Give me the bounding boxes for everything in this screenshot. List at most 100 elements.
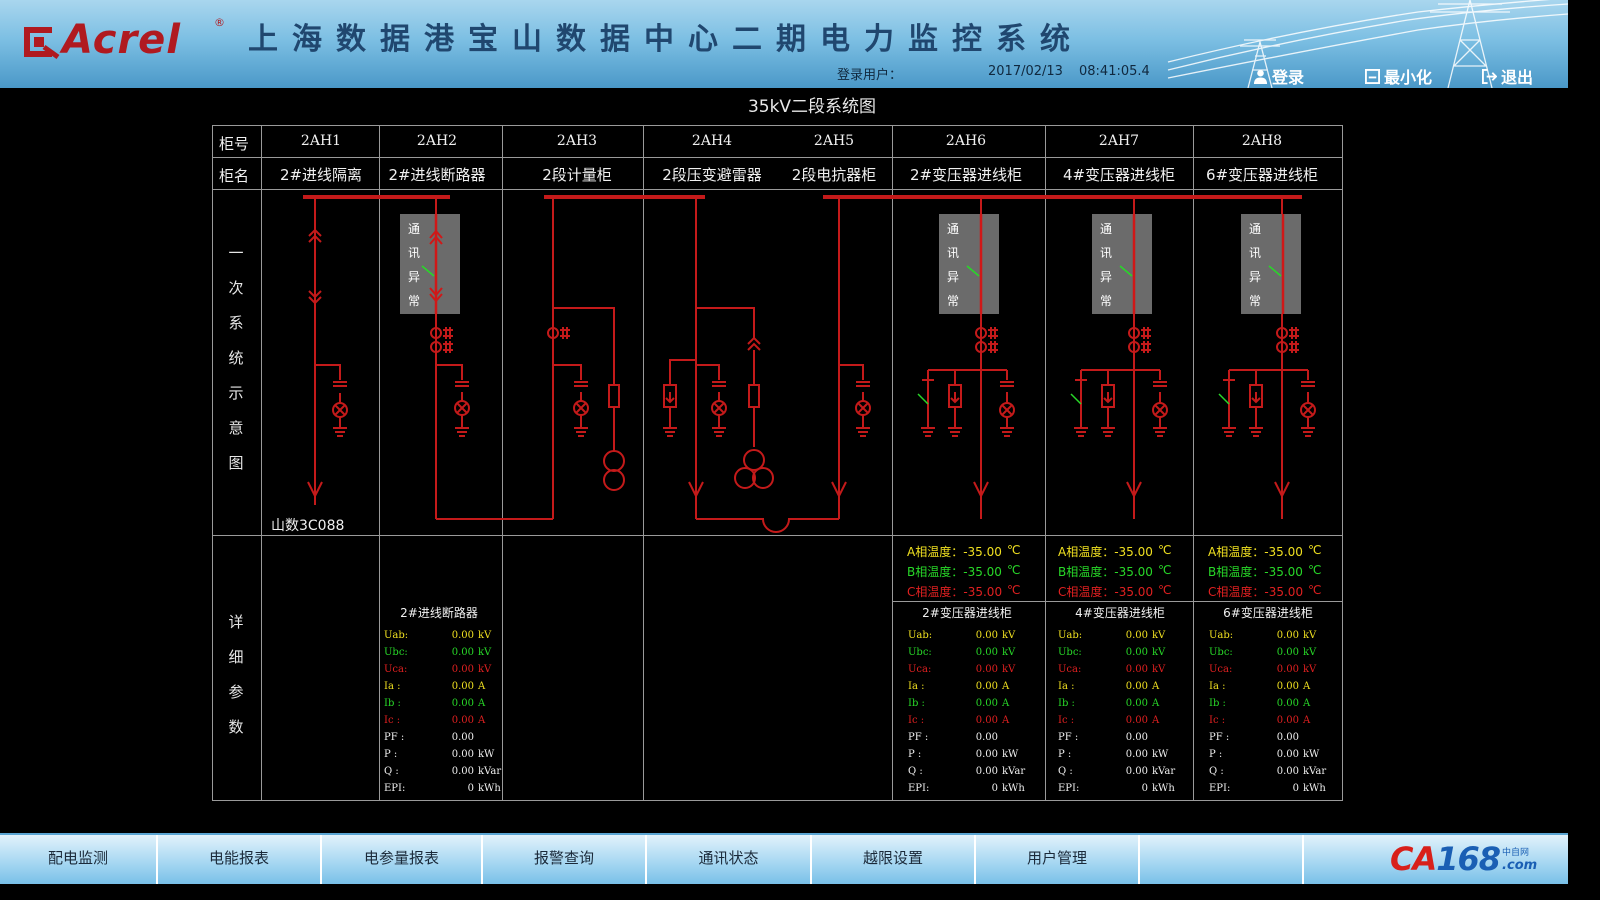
param-value: 0.00 bbox=[975, 630, 998, 641]
param-label: Ic : bbox=[384, 715, 401, 726]
nav-item-3[interactable]: 报警查询 bbox=[483, 835, 647, 884]
param-unit: kV bbox=[1002, 630, 1016, 641]
param-unit: kV bbox=[1303, 630, 1317, 641]
nav-item-0[interactable]: 配电监测 bbox=[0, 835, 158, 884]
temperature-unit: ℃ bbox=[1158, 543, 1172, 557]
param-value: 0.00 bbox=[1125, 698, 1148, 709]
temperature-unit: ℃ bbox=[1007, 583, 1021, 597]
param-value: 0.00 bbox=[1276, 732, 1299, 743]
breaker-switch-icon bbox=[966, 214, 983, 314]
exit-button-label: 退出 bbox=[1501, 68, 1534, 87]
primary-label-char: 一 bbox=[228, 244, 244, 262]
temperature-label: A相温度： bbox=[1058, 545, 1115, 559]
cabinet-no-2AH2: 2AH2 bbox=[416, 133, 458, 149]
temperature-row: C相温度：-35.00 ℃ bbox=[907, 583, 1020, 600]
temperature-row: B相温度：-35.00 ℃ bbox=[907, 563, 1020, 580]
detail-label-char: 参 bbox=[228, 683, 244, 701]
primary-label-char: 图 bbox=[228, 454, 244, 472]
nav-item-6[interactable]: 用户管理 bbox=[976, 835, 1140, 884]
param-label: Ic : bbox=[1058, 715, 1075, 726]
temperature-label: C相温度： bbox=[1058, 585, 1115, 599]
primary-label-char: 意 bbox=[228, 419, 244, 437]
comm-status-box[interactable]: 通讯异常 bbox=[400, 214, 460, 314]
cabinet-name-2AH5: 2段电抗器柜 bbox=[791, 166, 877, 184]
param-value: 0.00 bbox=[451, 698, 474, 709]
temperature-unit: ℃ bbox=[1308, 563, 1322, 577]
param-label: PF : bbox=[384, 732, 405, 743]
param-label: Ic : bbox=[1209, 715, 1226, 726]
login-user-label: 登录用户： bbox=[837, 68, 903, 83]
exit-icon bbox=[1482, 68, 1497, 84]
exit-button[interactable]: 退出 bbox=[1482, 64, 1533, 88]
cabinet-name-2AH6: 2#变压器进线柜 bbox=[909, 166, 1023, 184]
param-label: Ubc: bbox=[1209, 647, 1233, 658]
param-unit: A bbox=[1303, 681, 1311, 692]
nav-item-4[interactable]: 通讯状态 bbox=[647, 835, 812, 884]
nav-item-1[interactable]: 电能报表 bbox=[158, 835, 322, 884]
temperature-row: B相温度：-35.00 ℃ bbox=[1208, 563, 1321, 580]
param-label: Ia : bbox=[1209, 681, 1226, 692]
cabinet-name-2AH8: 6#变压器进线柜 bbox=[1205, 166, 1319, 184]
param-label: PF : bbox=[1058, 732, 1079, 743]
nav-item-7[interactable] bbox=[1140, 835, 1304, 884]
param-label: PF : bbox=[908, 732, 929, 743]
param-value: 0.00 bbox=[975, 664, 998, 675]
param-value: 0.00 bbox=[1125, 681, 1148, 692]
param-value: 0 bbox=[991, 783, 998, 794]
param-value: 0 bbox=[467, 783, 474, 794]
param-unit: kV bbox=[1002, 664, 1016, 675]
param-value: 0.00 bbox=[1125, 664, 1148, 675]
param-label: Ia : bbox=[384, 681, 401, 692]
comm-status-box[interactable]: 通讯异常 bbox=[939, 214, 999, 314]
comm-status-box[interactable]: 通讯异常 bbox=[1092, 214, 1152, 314]
nav-item-5[interactable]: 越限设置 bbox=[812, 835, 976, 884]
param-panel-title: 2#变压器进线柜 bbox=[922, 606, 1012, 620]
param-unit: kV bbox=[1002, 647, 1016, 658]
row-label-cabinet-name: 柜名 bbox=[219, 167, 250, 185]
param-value: 0.00 bbox=[1276, 766, 1299, 777]
cabinet-no-2AH1: 2AH1 bbox=[300, 133, 342, 149]
param-label: Ubc: bbox=[384, 647, 408, 658]
param-unit: kV bbox=[1152, 664, 1166, 675]
temperature-label: C相温度： bbox=[1208, 585, 1265, 599]
temperature-label: A相温度： bbox=[907, 545, 964, 559]
row-label-cabinet-no: 柜号 bbox=[219, 135, 250, 153]
param-panel-title: 2#进线断路器 bbox=[400, 606, 478, 620]
primary-label-char: 次 bbox=[228, 279, 244, 297]
param-label: Ubc: bbox=[1058, 647, 1082, 658]
minimize-button[interactable]: 最小化 bbox=[1365, 64, 1432, 88]
ca168-logo-side: 中自网 .com bbox=[1502, 845, 1537, 873]
param-unit: kV bbox=[1152, 630, 1166, 641]
param-unit: kW bbox=[478, 749, 495, 760]
temperature-label: B相温度： bbox=[1058, 565, 1115, 579]
param-label: Q : bbox=[384, 766, 399, 777]
meter-label: 山数3C088 bbox=[271, 518, 345, 534]
temperature-row: A相温度：-35.00 ℃ bbox=[1058, 543, 1171, 560]
temperature-label: B相温度： bbox=[907, 565, 964, 579]
param-unit: A bbox=[1152, 698, 1160, 709]
param-panel-title: 6#变压器进线柜 bbox=[1223, 606, 1313, 620]
param-label: Uca: bbox=[384, 664, 408, 675]
comm-status-box[interactable]: 通讯异常 bbox=[1241, 214, 1301, 314]
nav-item-2[interactable]: 电参量报表 bbox=[322, 835, 483, 884]
param-label: EPI: bbox=[1058, 783, 1080, 794]
param-unit: A bbox=[1152, 681, 1160, 692]
primary-label-char: 示 bbox=[228, 384, 244, 402]
param-label: Uab: bbox=[1058, 630, 1083, 641]
param-unit: A bbox=[1002, 698, 1010, 709]
param-value: 0.00 bbox=[975, 698, 998, 709]
param-unit: A bbox=[1002, 715, 1010, 726]
param-value: 0.00 bbox=[1276, 647, 1299, 658]
minimize-button-label: 最小化 bbox=[1384, 68, 1433, 87]
detail-label-char: 数 bbox=[228, 718, 244, 736]
primary-label-char: 系 bbox=[228, 314, 244, 332]
param-value: 0.00 bbox=[1125, 630, 1148, 641]
login-button[interactable]: 登录 bbox=[1253, 64, 1304, 88]
param-value: 0.00 bbox=[975, 681, 998, 692]
param-unit: A bbox=[1152, 715, 1160, 726]
param-unit: kVar bbox=[1002, 766, 1026, 777]
param-label: Q : bbox=[908, 766, 923, 777]
param-unit: kW bbox=[1002, 749, 1019, 760]
param-value: 0.00 bbox=[1125, 732, 1148, 743]
header-bar: Acrel ® 上海数据港宝山数据中心二期电力监控系统 登录用户： 2017/0… bbox=[0, 0, 1568, 88]
